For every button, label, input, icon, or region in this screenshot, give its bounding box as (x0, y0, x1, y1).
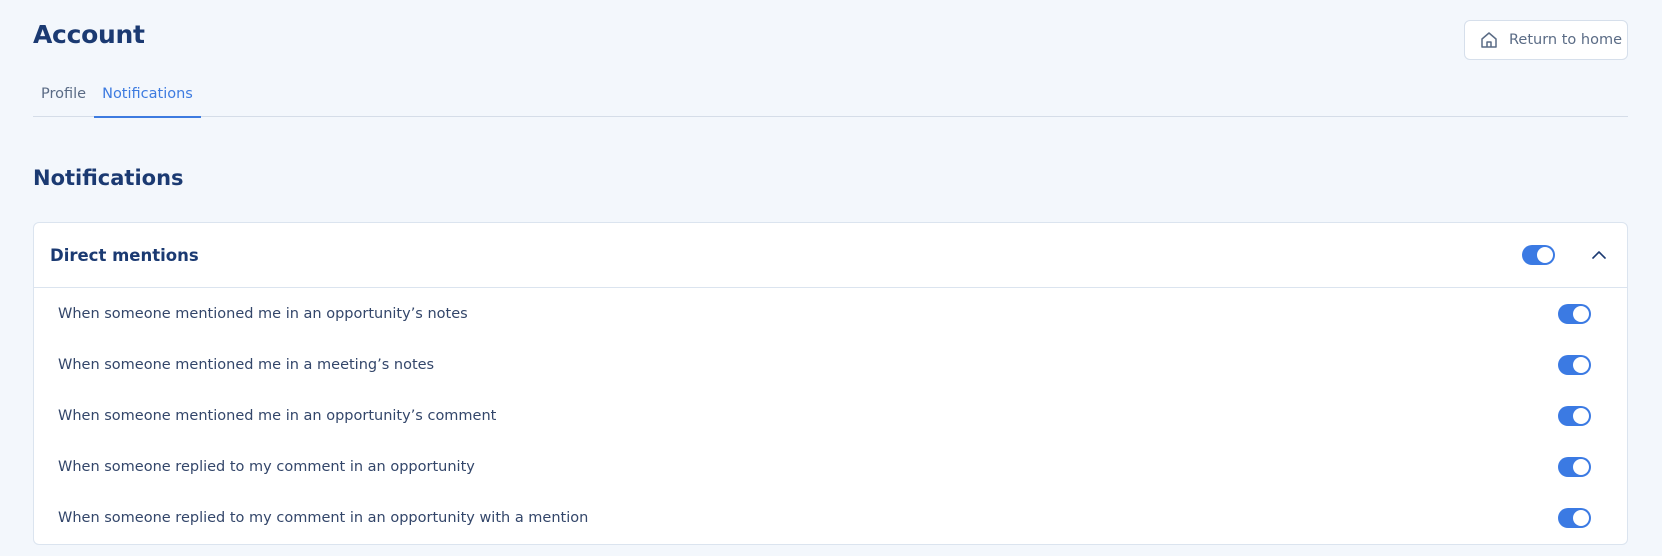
tab-profile[interactable]: Profile (33, 82, 94, 117)
account-page: Account Return to home Profile Notificat… (0, 0, 1662, 556)
list-item: When someone mentioned me in an opportun… (34, 288, 1627, 339)
tab-bar: Profile Notifications (33, 82, 1628, 118)
direct-mentions-card: Direct mentions When someone mentioned m… (33, 222, 1628, 545)
section-title: Notifications (33, 166, 184, 190)
list-item-label: When someone mentioned me in an opportun… (58, 305, 468, 322)
notification-toggle[interactable] (1558, 354, 1591, 375)
notification-toggle[interactable] (1558, 456, 1591, 477)
notification-toggle[interactable] (1558, 405, 1591, 426)
list-item: When someone mentioned me in an opportun… (34, 390, 1627, 441)
notification-toggle[interactable] (1558, 303, 1591, 324)
chevron-up-icon[interactable] (1589, 245, 1609, 265)
return-to-home-label: Return to home (1509, 32, 1622, 48)
list-item: When someone replied to my comment in an… (34, 492, 1627, 543)
home-icon (1481, 32, 1497, 48)
card-title: Direct mentions (50, 245, 199, 265)
page-title: Account (33, 20, 145, 49)
return-to-home-button[interactable]: Return to home (1464, 20, 1628, 60)
list-item-label: When someone replied to my comment in an… (58, 509, 589, 526)
notification-list: When someone mentioned me in an opportun… (34, 288, 1627, 543)
notification-toggle[interactable] (1558, 507, 1591, 528)
list-item-label: When someone mentioned me in a meeting’s… (58, 356, 435, 373)
card-header: Direct mentions (34, 223, 1627, 288)
direct-mentions-master-toggle[interactable] (1522, 245, 1555, 265)
list-item-label: When someone mentioned me in an opportun… (58, 407, 497, 424)
tab-notifications[interactable]: Notifications (94, 82, 201, 118)
list-item-label: When someone replied to my comment in an… (58, 458, 475, 475)
list-item: When someone replied to my comment in an… (34, 441, 1627, 492)
list-item: When someone mentioned me in a meeting’s… (34, 339, 1627, 390)
